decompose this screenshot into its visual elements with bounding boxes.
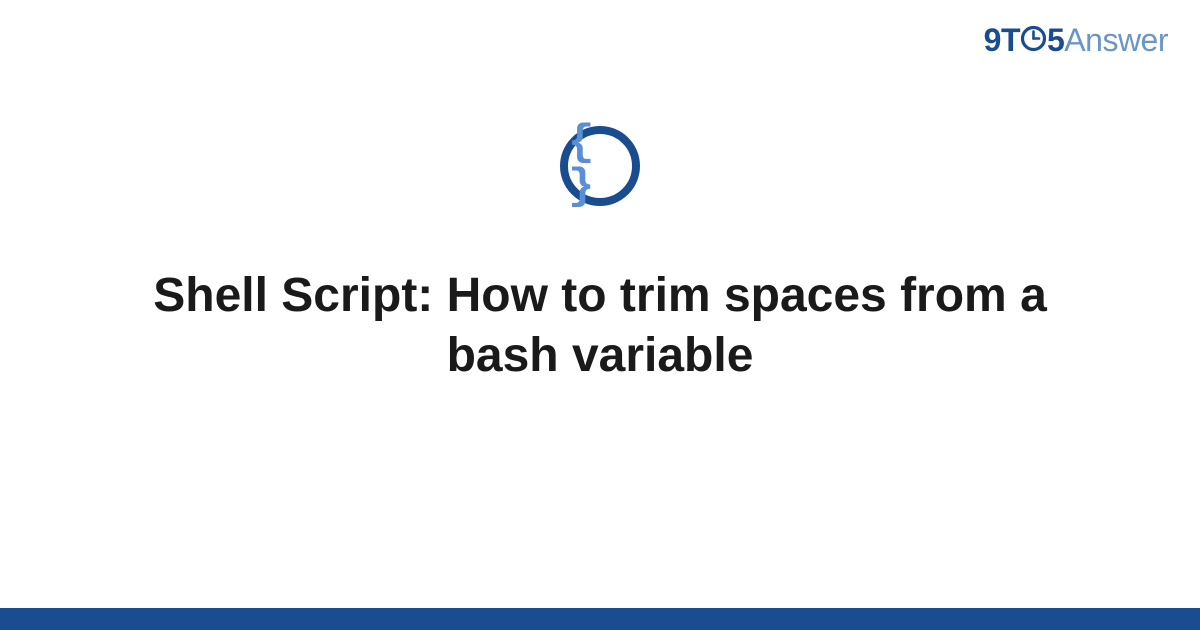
site-logo: 9T5Answer [984,22,1168,59]
code-braces-icon: { } [560,126,640,206]
logo-answer: Answer [1064,22,1168,58]
logo-t: T [1001,22,1020,58]
braces-glyph: { } [568,121,632,209]
page-title: Shell Script: How to trim spaces from a … [110,266,1090,386]
footer-bar [0,608,1200,630]
clock-icon [1020,25,1047,52]
logo-five: 5 [1047,22,1064,58]
logo-nine: 9 [984,22,1001,58]
main-content: { } Shell Script: How to trim spaces fro… [0,126,1200,386]
